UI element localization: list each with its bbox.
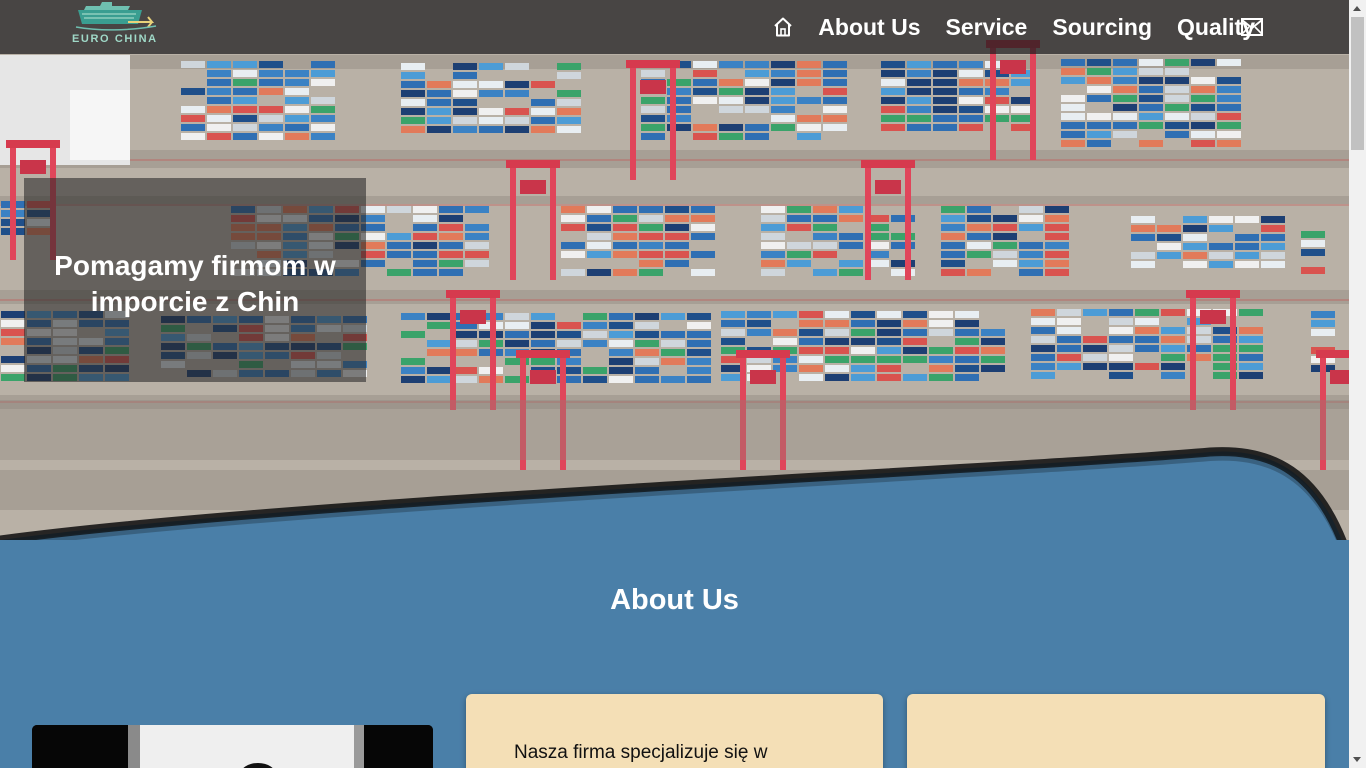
- about-info-card: Nasza firma specjalizuje się w: [466, 694, 883, 768]
- scroll-up-arrow-icon[interactable]: [1353, 6, 1361, 11]
- about-card-text: Nasza firma specjalizuje się w: [514, 742, 768, 763]
- logo[interactable]: EURO CHINA: [68, 2, 168, 50]
- ship-logo-icon: [75, 2, 157, 31]
- page: EURO CHINA About Us Service Sourcing Qua…: [0, 0, 1349, 768]
- nav-about-us[interactable]: About Us: [818, 14, 920, 41]
- nav-sourcing[interactable]: Sourcing: [1052, 14, 1152, 41]
- hero-caption-box: Pomagamy firmom w imporcie z Chin: [24, 178, 366, 382]
- nav-home[interactable]: [772, 16, 794, 38]
- about-info-card-secondary: [907, 694, 1325, 768]
- top-navigation-bar: EURO CHINA About Us Service Sourcing Qua…: [0, 0, 1349, 54]
- scroll-thumb[interactable]: [1351, 17, 1364, 150]
- scroll-down-arrow-icon[interactable]: [1353, 757, 1361, 762]
- nav-contact[interactable]: [1240, 16, 1264, 38]
- hero-heading: Pomagamy firmom w imporcie z Chin: [54, 250, 336, 317]
- main-nav: About Us Service Sourcing Quality: [772, 0, 1255, 54]
- photo-image: [32, 725, 433, 768]
- vertical-scrollbar[interactable]: [1349, 0, 1366, 768]
- logo-text: EURO CHINA: [72, 33, 158, 45]
- about-photo: [32, 725, 433, 768]
- about-section-title: About Us: [610, 584, 739, 616]
- mail-icon: [1241, 18, 1263, 36]
- nav-service[interactable]: Service: [946, 14, 1028, 41]
- home-icon: [774, 17, 792, 37]
